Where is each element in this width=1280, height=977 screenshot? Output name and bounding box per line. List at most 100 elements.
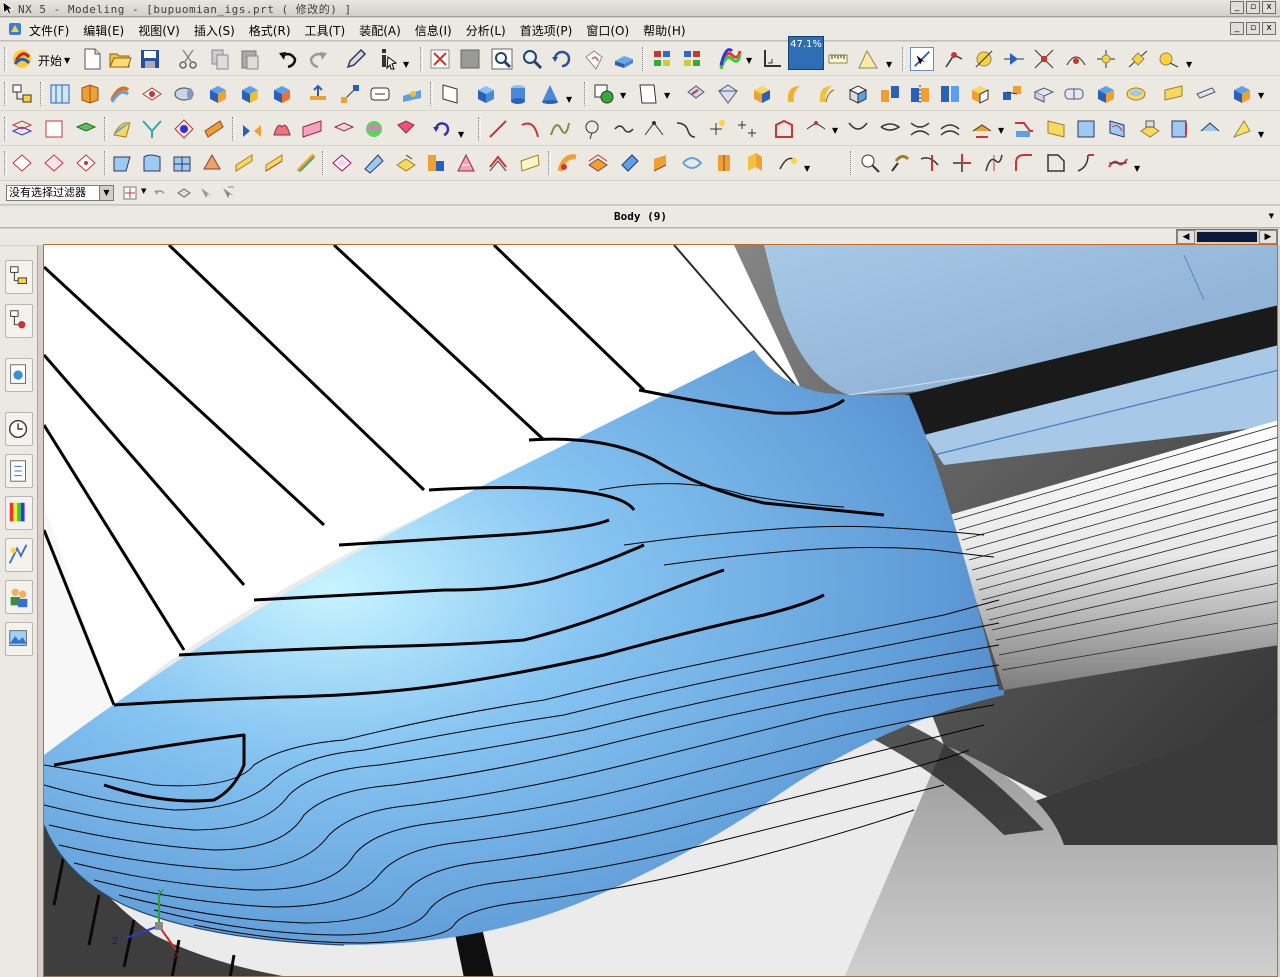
face-curve-icon[interactable] [1074, 117, 1098, 141]
extrude-sheet-icon[interactable] [742, 151, 766, 175]
new-file-icon[interactable] [80, 47, 104, 71]
snap-endpoint-icon[interactable] [942, 47, 966, 71]
match-edge-icon[interactable] [262, 151, 286, 175]
chevron-down-icon[interactable]: ▼ [458, 130, 464, 139]
bridge-surface-icon[interactable] [240, 117, 264, 141]
boss-icon[interactable] [438, 82, 462, 106]
line-icon[interactable] [486, 117, 510, 141]
chevron-down-icon[interactable]: ▼ [566, 95, 572, 104]
n-sided-surface-icon[interactable] [270, 117, 294, 141]
curve-icon[interactable] [612, 117, 636, 141]
toolbar-grip[interactable] [4, 47, 7, 71]
chevron-down-icon[interactable]: ▼ [403, 60, 409, 69]
menu-format[interactable]: 格式(R) [244, 22, 300, 39]
sew-icon[interactable] [938, 82, 962, 106]
open-folder-icon[interactable] [108, 47, 132, 71]
fillet-surface-icon[interactable] [424, 151, 448, 175]
doc-restore-button[interactable]: ▫ [1246, 22, 1260, 35]
snap-intersection-icon[interactable] [1032, 47, 1056, 71]
silhouette-curve-icon[interactable] [1168, 117, 1192, 141]
datum-axis-icon[interactable] [338, 82, 362, 106]
project-curve-icon[interactable] [804, 117, 828, 141]
cylinder-icon[interactable] [238, 82, 262, 106]
snap-existing-point-icon[interactable] [1156, 47, 1180, 71]
draft-icon[interactable] [782, 82, 806, 106]
styled-sweep-icon[interactable] [362, 117, 386, 141]
sheet-from-curves-icon[interactable] [518, 151, 542, 175]
offset-curve-on-face-icon[interactable] [486, 151, 510, 175]
mirror-feature-icon[interactable] [908, 82, 932, 106]
selection-scope-icon[interactable] [122, 185, 138, 201]
wcs-triad[interactable]: Y Z X [104, 888, 184, 958]
menu-preferences[interactable]: 首选项(P) [515, 22, 582, 39]
sweep-icon[interactable] [140, 82, 164, 106]
edit-spline-icon[interactable] [858, 151, 882, 175]
pad-icon[interactable] [506, 82, 530, 106]
extract-curve-icon[interactable] [970, 117, 994, 141]
split-body-icon[interactable] [1062, 82, 1086, 106]
color-palette-icon[interactable] [718, 47, 742, 71]
toolbar-grip[interactable] [850, 151, 853, 175]
edge-blend-icon[interactable] [684, 82, 708, 106]
global-shaping-icon[interactable] [430, 117, 454, 141]
tube-icon[interactable] [172, 82, 196, 106]
edit-object-icon[interactable] [344, 47, 368, 71]
trim-body-icon[interactable] [636, 82, 660, 106]
offset-curve-icon[interactable] [772, 117, 796, 141]
arc-icon[interactable] [518, 117, 542, 141]
patch-body-icon[interactable] [1094, 82, 1118, 106]
measure-angle-icon[interactable] [856, 47, 880, 71]
horizontal-scrollbar[interactable]: ◀ ▶ [1176, 229, 1278, 245]
menu-information[interactable]: 信息(I) [410, 22, 461, 39]
reuse-library-tab[interactable] [5, 454, 33, 488]
undo-icon[interactable] [276, 47, 300, 71]
untrim-icon[interactable] [1194, 82, 1218, 106]
chevron-down-icon[interactable]: ▼ [99, 186, 113, 200]
chevron-down-icon[interactable]: ▼ [1134, 164, 1140, 173]
point-set-icon[interactable] [736, 117, 760, 141]
global-deform-icon[interactable] [648, 151, 672, 175]
menu-analysis[interactable]: 分析(L) [461, 22, 515, 39]
soft-blend-icon[interactable] [586, 151, 610, 175]
chevron-down-icon[interactable]: ▼ [1186, 60, 1192, 69]
unite-icon[interactable] [592, 82, 616, 106]
law-extension-icon[interactable] [332, 117, 356, 141]
palette-tab[interactable] [5, 496, 33, 530]
datum-csys-icon[interactable] [368, 82, 392, 106]
type-filter-select[interactable]: 没有选择过滤器 ▼ [6, 185, 114, 201]
pan-icon[interactable] [582, 47, 606, 71]
magnify-icon[interactable] [520, 47, 544, 71]
chevron-down-icon[interactable]: ▼ [804, 164, 810, 173]
snap-midpoint-icon[interactable] [972, 47, 996, 71]
divide-curve-icon[interactable] [982, 151, 1006, 175]
swept-surface-icon[interactable] [172, 117, 196, 141]
close-button[interactable]: x [1262, 1, 1276, 14]
trim-sheet-icon[interactable] [1162, 82, 1186, 106]
rotate-icon[interactable] [550, 47, 574, 71]
menu-help[interactable]: 帮助(H) [638, 22, 694, 39]
move-to-layer-icon[interactable] [680, 47, 704, 71]
intersection-curve-icon[interactable] [908, 117, 932, 141]
scroll-left-icon[interactable]: ◀ [1177, 230, 1195, 244]
toolbar-grip[interactable] [40, 82, 43, 106]
wave-link-icon[interactable] [1000, 82, 1024, 106]
fit-view-icon[interactable] [428, 47, 452, 71]
edit-curve-parameters-icon[interactable] [888, 151, 912, 175]
graphics-window[interactable]: Y Z X [43, 244, 1278, 977]
chevron-down-icon[interactable]: ▼ [664, 91, 670, 100]
revolve-icon[interactable] [108, 82, 132, 106]
toolbar-grip[interactable] [4, 117, 7, 141]
nx-logo-icon[interactable] [8, 22, 22, 36]
pocket-icon[interactable] [474, 82, 498, 106]
extrude-icon[interactable] [78, 82, 102, 106]
styled-corner-icon[interactable] [618, 151, 642, 175]
datum-plane-icon[interactable] [306, 82, 330, 106]
chevron-down-icon[interactable]: ▼ [141, 187, 146, 195]
toolbar-grip[interactable] [642, 47, 645, 71]
cut-icon[interactable] [176, 47, 200, 71]
start-icon[interactable] [10, 47, 34, 71]
assembly-navigator-tab[interactable] [5, 260, 33, 294]
wcs-icon[interactable] [760, 47, 784, 71]
toolbar-grip[interactable] [4, 151, 7, 175]
restore-button[interactable]: ▫ [1246, 1, 1260, 14]
